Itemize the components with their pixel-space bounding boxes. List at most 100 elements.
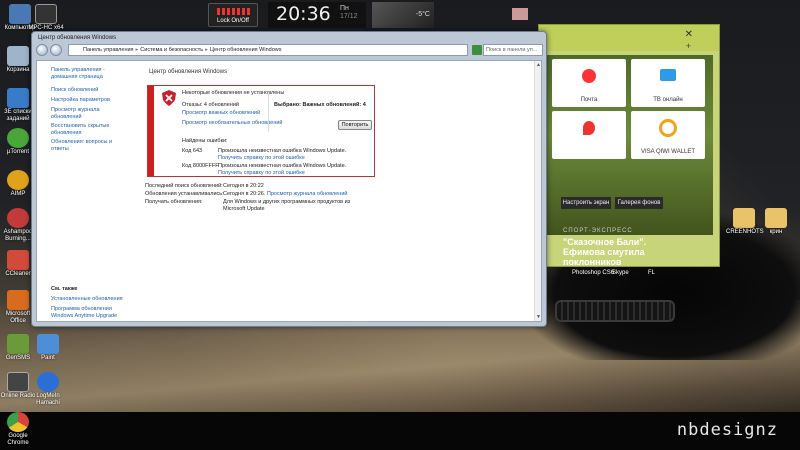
error-message: Произошла неизвестная ошибка Windows Upd…	[218, 148, 347, 154]
desktop-icon-label: LogMeIn Hamachi	[36, 393, 60, 406]
windows-update-window[interactable]: Центр обновления Windows Панель управлен…	[31, 31, 547, 327]
desktop-icon-paint[interactable]: Paint	[30, 334, 66, 362]
sidebar-link-check-updates[interactable]: Поиск обновлений	[51, 87, 131, 94]
desktop-icon-krin[interactable]: крин	[758, 208, 794, 236]
map-pin-icon	[583, 121, 595, 135]
address-row: Панель управления ▸ Система и безопасность…	[36, 44, 544, 58]
back-icon[interactable]	[36, 44, 48, 56]
sidebar-link-anytime-upgrade[interactable]: Программа обновления Windows Anytime Upg…	[51, 306, 131, 319]
breadcrumb-windows-update[interactable]: Центр обновления Windows	[210, 47, 282, 53]
sidebar-link-restore-hidden[interactable]: Восстановить скрытые обновления	[51, 123, 131, 136]
address-bar[interactable]: Панель управления ▸ Система и безопасность…	[68, 44, 468, 56]
view-important-updates-link[interactable]: Просмотр важных обновлений	[182, 110, 260, 116]
desktop-icon-mpc[interactable]: MPC-HC x64	[28, 4, 64, 32]
info-label: Обновления устанавливались:	[145, 191, 224, 197]
paint-icon	[37, 334, 59, 354]
news-headline: "Сказочное Бали". Ефимова смутила поклон…	[563, 237, 647, 267]
weather-temp: -5°C	[415, 11, 430, 18]
update-status-panel: Некоторые обновления не установлены Отка…	[147, 85, 375, 177]
tile-tv[interactable]: ТВ онлайн	[631, 59, 705, 107]
desktop-icon-photoshop[interactable]: Photoshop CS6	[572, 270, 614, 276]
clock-time: 20:36	[276, 3, 331, 25]
yandex-icon	[582, 69, 596, 83]
desktop-icon-label: Google Chrome	[7, 433, 29, 446]
desktop-icon-hamachi[interactable]: LogMeIn Hamachi	[30, 372, 66, 407]
desktop-icon-label: Microsoft Office	[5, 311, 31, 324]
close-icon[interactable]: ✕	[685, 29, 693, 40]
wallpaper-brand: nbdesignz	[676, 420, 778, 440]
breadcrumb-system-security[interactable]: Система и безопасность	[140, 47, 203, 53]
folder-icon	[733, 208, 755, 228]
scroll-down-icon[interactable]: ▼	[536, 314, 541, 320]
ccleaner-icon	[7, 250, 29, 270]
desktop-icon-label: Корзина	[6, 67, 30, 73]
view-update-history-link[interactable]: Просмотр журнала обновлений	[267, 191, 348, 197]
tile-maps[interactable]	[552, 111, 626, 159]
breadcrumb-separator-icon: ▸	[135, 47, 139, 53]
sidebar-link-update-history[interactable]: Просмотр журнала обновлений	[51, 107, 131, 120]
clock-date: 17/12	[340, 13, 358, 20]
sidebar-link-settings[interactable]: Настройка параметров	[51, 97, 131, 104]
tile-mail[interactable]: Почта	[552, 59, 626, 107]
news-source: СПОРТ-ЭКСПРЕСС	[563, 228, 633, 234]
radio-icon	[7, 372, 29, 392]
info-value: Сегодня в 20:26.	[223, 191, 266, 197]
alert-failures: Отказы: 4 обновлений	[182, 102, 239, 108]
tile-label: VISA QIWI WALLET	[640, 149, 696, 155]
refresh-icon[interactable]	[472, 45, 482, 55]
window-content: Панель управления - домашняя страница По…	[36, 60, 542, 322]
scrollbar[interactable]: ▲ ▼	[534, 61, 541, 321]
tasks-icon	[7, 88, 29, 108]
retry-button[interactable]: Повторить	[338, 120, 372, 130]
tile-qiwi[interactable]: VISA QIWI WALLET	[631, 111, 705, 159]
info-label: Получать обновления:	[145, 199, 203, 205]
desktop-icon-fl[interactable]: FL	[648, 270, 655, 276]
see-also-heading: См. также	[51, 286, 78, 292]
error-stripe	[148, 86, 154, 176]
breadcrumb-separator-icon: ▸	[205, 47, 208, 53]
info-value-receive: Для Windows и других программных продукт…	[223, 199, 351, 212]
error-help-link[interactable]: Получить справку по этой ошибке	[218, 170, 305, 176]
search-input[interactable]: Поиск в панели уп...	[483, 44, 543, 56]
alert-divider	[268, 92, 269, 132]
customize-screen-button[interactable]: Настроить экран	[561, 197, 611, 209]
desktop-icon-chrome[interactable]: Google Chrome	[0, 412, 36, 447]
tile-label: Почта	[580, 97, 598, 103]
clock-day: Пн	[340, 5, 349, 12]
office-icon	[7, 290, 29, 310]
new-tab-icon[interactable]: +	[686, 41, 691, 51]
desktop-icon-label: µTorrent	[6, 149, 30, 155]
news-widget[interactable]: СПОРТ-ЭКСПРЕСС "Сказочное Бали". Ефимова…	[563, 228, 675, 276]
info-value-last-search: Сегодня в 20:22	[223, 183, 264, 189]
forward-icon[interactable]	[50, 44, 62, 56]
scroll-up-icon[interactable]: ▲	[536, 62, 541, 68]
sidebar-link-installed-updates[interactable]: Установленные обновления	[51, 296, 131, 303]
lock-gadget[interactable]: Lock On/Off	[208, 3, 258, 27]
desktop-icon-skype[interactable]: Skype	[612, 270, 629, 276]
desktop-icon-screenshots[interactable]: CREENHOTS	[726, 208, 764, 236]
picture-gadget-icon[interactable]	[512, 8, 528, 20]
recycle-bin-icon	[7, 46, 29, 66]
desktop-icon-label: Ashampoo Burning...	[3, 229, 33, 242]
tile-label: ТВ онлайн	[653, 97, 683, 103]
backgrounds-gallery-button[interactable]: Галерея фонов	[615, 197, 663, 209]
desktop-icon-label: 3E списки заданий	[4, 109, 32, 122]
error-message: Произошла неизвестная ошибка Windows Upd…	[218, 163, 347, 169]
desktop-icon-label: крин	[769, 229, 783, 235]
aimp-icon	[7, 170, 29, 190]
breadcrumb-control-panel[interactable]: Панель управления	[83, 47, 134, 53]
shield-error-icon	[162, 90, 176, 106]
sidebar-link-faq[interactable]: Обновления: вопросы и ответы	[51, 139, 131, 152]
info-row-last-search: Последний поиск обновлений:	[145, 183, 223, 190]
desktop-icon-label: GenSMS	[5, 355, 31, 361]
info-value-installed: Сегодня в 20:26. Просмотр журнала обновл…	[223, 191, 347, 198]
ashampoo-icon	[7, 208, 29, 228]
error-code: Код 8000FFFF	[182, 163, 219, 169]
desktop-icon-label: CCleaner	[5, 271, 31, 277]
qiwi-icon	[659, 119, 677, 137]
errors-found-label: Найдены ошибки:	[182, 138, 228, 144]
folder-icon	[765, 208, 787, 228]
lock-gadget-label: Lock On/Off	[217, 18, 249, 24]
sidebar-link-control-panel-home[interactable]: Панель управления - домашняя страница	[51, 67, 131, 80]
error-help-link[interactable]: Получить справку по этой ошибке	[218, 155, 305, 161]
